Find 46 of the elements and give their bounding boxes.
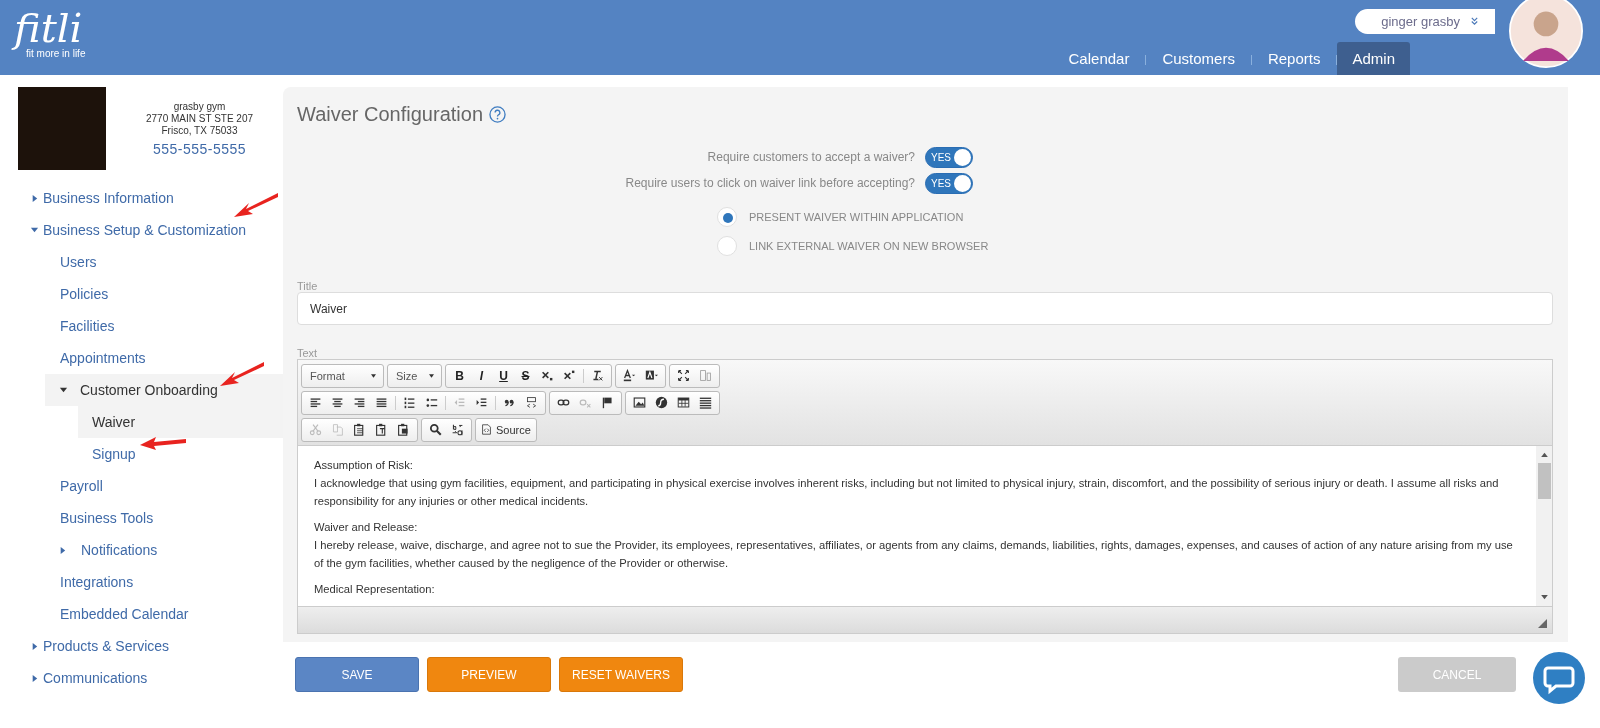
business-address: Frisco, TX 75033 [161, 125, 238, 137]
toggle-label: Require customers to accept a waiver? [706, 150, 916, 165]
sidebar-item[interactable]: Notifications [0, 534, 283, 566]
paragraph-heading: Waiver and Release: [314, 520, 419, 535]
paragraph-text: I hereby release, waive, discharge, and agree not to sue the Provider, its employees, representatives, affiliates, or agents from any claims, demands, liabilities, rights, damages, expenses, and causes of action of any nature arising from my use of the gym facilities, whether caused by the negligence of the Provider or otherwise. [314, 538, 1514, 571]
title-field[interactable]: Waiver [297, 292, 1553, 325]
sidebar-item[interactable]: Business Information [0, 182, 283, 214]
sidebar-item[interactable]: Products & Services [0, 630, 283, 662]
sidebar-item[interactable]: Integrations [0, 566, 283, 598]
action-button[interactable]: SAVE [295, 657, 419, 692]
nav-tab[interactable]: Admin [1337, 42, 1410, 75]
strikethrough-button[interactable]: S [515, 369, 536, 383]
nav-tab[interactable]: Calendar [1052, 42, 1146, 75]
sidebar-item[interactable]: Customer Onboarding [45, 374, 283, 406]
sidebar-item[interactable]: Appointments [0, 342, 283, 374]
sidebar-item[interactable]: Embedded Calendar [0, 598, 283, 630]
sidebar-item[interactable]: Waiver [78, 406, 283, 438]
sidebar-item[interactable]: Business Tools [0, 502, 283, 534]
sidebar-item[interactable]: Facilities [0, 310, 283, 342]
sidebar-item[interactable]: Payroll [0, 470, 283, 502]
italic-button[interactable]: I [471, 369, 492, 383]
field-label: Text [297, 347, 319, 359]
radio-label: PRESENT WAIVER WITHIN APPLICATION [749, 210, 964, 223]
toggle-label: Require users to click on waiver link before accepting? [624, 176, 916, 191]
sidebar-item[interactable]: Signup [78, 438, 283, 470]
business-name: grasby gym [173, 101, 226, 113]
bold-button[interactable]: B [449, 369, 470, 383]
radio-label: LINK EXTERNAL WAIVER ON NEW BROWSER [749, 239, 989, 252]
business-phone: 555-555-5555 [152, 143, 247, 155]
nav-tab[interactable]: Customers [1146, 42, 1251, 75]
paragraph-heading: Assumption of Risk: [314, 458, 414, 473]
underline-button[interactable]: U [493, 369, 514, 383]
logo-tagline: fit more in life [26, 48, 86, 59]
paragraph-text: I acknowledge that using gym facilities, equipment, and participating in physical exercise involves inherent risks, including but not limited to physical injury, strain, discomfort, and the possibility of serious injury or death. I assume all risks and responsibility for any injuries or other medical incidents. [314, 476, 1500, 509]
user-menu[interactable]: ginger grasby [1355, 9, 1495, 34]
sidebar-item[interactable]: Policies [0, 278, 283, 310]
page-title: Waiver Configuration [297, 103, 483, 126]
nav-tab[interactable]: Reports [1251, 42, 1337, 75]
field-label: Title [297, 280, 319, 293]
toggle-switch[interactable]: YES [925, 172, 973, 194]
paragraph-heading: Medical Representation: [314, 582, 436, 597]
toggle-switch[interactable]: YES [925, 146, 973, 168]
sidebar-item[interactable]: Business Setup & Customization [0, 214, 283, 246]
sidebar-item[interactable]: Users [0, 246, 283, 278]
sidebar-item[interactable]: Communications [0, 662, 283, 694]
business-address: 2770 MAIN ST STE 207 [145, 113, 254, 125]
